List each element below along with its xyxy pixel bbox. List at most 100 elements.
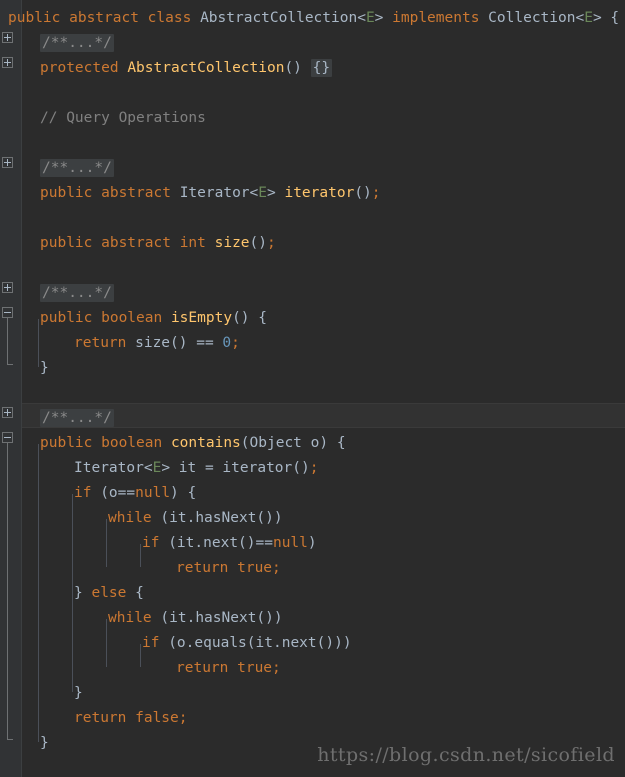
token-punct: ) <box>307 535 317 551</box>
token-keyword: while <box>108 510 161 526</box>
code-line[interactable]: if (o==null) { <box>0 481 625 506</box>
token-number: 0 <box>222 335 232 351</box>
code-line[interactable]: public boolean isEmpty() { <box>0 306 625 331</box>
code-line[interactable]: return false; <box>0 706 625 731</box>
token-punct: (it. <box>246 635 282 651</box>
token-punct: (o== <box>100 485 136 501</box>
code-line[interactable]: Iterator<E> it = iterator(); <box>0 456 625 481</box>
code-line[interactable]: if (o.equals(it.next())) <box>0 631 625 656</box>
token-keyword: return <box>74 335 136 351</box>
token-method-name: contains <box>170 435 241 451</box>
token-method-call: size <box>135 335 171 351</box>
token-keyword: public boolean <box>40 310 171 326</box>
code-line[interactable]: } <box>0 681 625 706</box>
token-keyword: public abstract class <box>8 10 201 26</box>
token-punct: ()) <box>256 610 283 626</box>
token-boolean-literal: true <box>237 660 273 676</box>
code-line[interactable]: // Query Operations <box>0 106 625 131</box>
folded-javadoc-placeholder[interactable]: /**...*/ <box>40 34 114 52</box>
token-generic-param: E <box>584 10 593 26</box>
token-method-call: next <box>203 535 239 551</box>
token-keyword: return <box>176 560 238 576</box>
token-keyword: while <box>108 610 161 626</box>
token-keyword: int <box>179 235 215 251</box>
token-punct: < <box>249 185 259 201</box>
token-punct: () <box>292 460 310 476</box>
token-class-name: AbstractCollection <box>200 10 358 26</box>
token-method-call: next <box>281 635 317 651</box>
token-keyword: return <box>176 660 238 676</box>
code-surface[interactable]: public abstract class AbstractCollection… <box>0 0 625 777</box>
token-punct: ( <box>240 435 250 451</box>
token-keyword: public abstract <box>40 185 180 201</box>
code-line[interactable]: while (it.hasNext()) <box>0 606 625 631</box>
token-semicolon: ; <box>309 460 319 476</box>
code-line[interactable]: public abstract Iterator<E> iterator(); <box>0 181 625 206</box>
token-method-call: iterator <box>222 460 293 476</box>
code-line[interactable]: /**...*/ <box>0 31 625 56</box>
code-line[interactable]: while (it.hasNext()) <box>0 506 625 531</box>
token-semicolon: ; <box>231 335 240 351</box>
code-line[interactable]: return true; <box>0 556 625 581</box>
folded-javadoc-placeholder[interactable]: /**...*/ <box>40 284 114 302</box>
token-punct: < <box>357 10 366 26</box>
token-keyword: protected <box>40 60 128 76</box>
token-generic-param: E <box>258 185 267 201</box>
token-class-name: Collection <box>488 10 576 26</box>
code-line[interactable]: return size() == 0; <box>0 331 625 356</box>
token-line-comment: // Query Operations <box>40 110 206 126</box>
token-keyword: else <box>91 585 127 601</box>
token-punct: (it. <box>160 510 196 526</box>
folded-empty-body-placeholder[interactable]: {} <box>310 59 333 77</box>
token-punct: (o. <box>168 635 195 651</box>
token-semicolon: ; <box>371 185 381 201</box>
code-line[interactable]: } <box>0 356 625 381</box>
code-line[interactable]: /**...*/ <box>0 281 625 306</box>
token-punct: > <box>374 10 393 26</box>
token-punct: ()== <box>238 535 273 551</box>
code-line[interactable]: /**...*/ <box>0 156 625 181</box>
token-generic-param: E <box>365 10 375 26</box>
token-method-name: iterator <box>284 185 355 201</box>
token-punct: < <box>575 10 585 26</box>
token-punct: o) { <box>310 435 346 451</box>
token-punct: ())) <box>316 635 352 651</box>
code-line[interactable]: return true; <box>0 656 625 681</box>
token-method-call: equals <box>194 635 247 651</box>
token-null-literal: null <box>135 485 171 501</box>
folded-javadoc-placeholder[interactable]: /**...*/ <box>40 409 114 427</box>
code-line[interactable]: if (it.next()==null) <box>0 531 625 556</box>
token-semicolon: ; <box>272 660 281 676</box>
token-punct: < <box>143 460 153 476</box>
token-boolean-literal: true <box>237 560 273 576</box>
token-keyword: return <box>74 710 136 726</box>
token-punct: (it. <box>168 535 204 551</box>
folded-javadoc-placeholder[interactable]: /**...*/ <box>40 159 114 177</box>
code-editor[interactable]: public abstract class AbstractCollection… <box>0 0 625 777</box>
token-class-name: Object <box>249 435 311 451</box>
token-constructor-name: AbstractCollection <box>127 60 285 76</box>
token-brace: } <box>40 735 49 751</box>
token-null-literal: null <box>272 535 308 551</box>
token-brace: { <box>126 585 144 601</box>
code-line[interactable]: public boolean contains(Object o) { <box>0 431 625 456</box>
token-punct: > it = <box>161 460 223 476</box>
token-punct: > { <box>592 10 620 26</box>
token-generic-param: E <box>152 460 162 476</box>
code-line[interactable]: protected AbstractCollection() {} <box>0 56 625 81</box>
token-semicolon: ; <box>272 560 281 576</box>
token-keyword: public abstract <box>40 235 180 251</box>
code-line[interactable]: public abstract class AbstractCollection… <box>0 6 625 31</box>
token-class-name: Iterator <box>74 460 144 476</box>
token-punct: () <box>354 185 372 201</box>
token-punct: () { <box>232 310 267 326</box>
code-line[interactable]: /**...*/ <box>0 406 625 431</box>
watermark-text: https://blog.csdn.net/sicofield <box>317 744 615 766</box>
token-punct: () == <box>170 335 223 351</box>
token-brace: } <box>74 585 92 601</box>
token-boolean-literal: false <box>135 710 179 726</box>
code-line[interactable]: public abstract int size(); <box>0 231 625 256</box>
code-line[interactable]: } else { <box>0 581 625 606</box>
token-punct: () <box>284 60 311 76</box>
token-class-name: Iterator <box>179 185 250 201</box>
